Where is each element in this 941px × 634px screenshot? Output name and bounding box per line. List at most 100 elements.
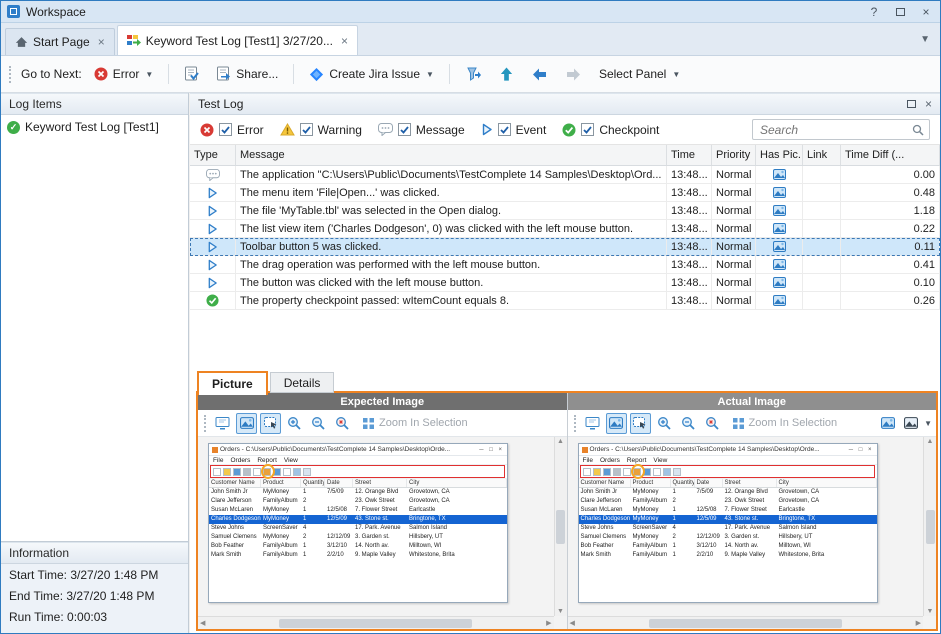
warning-checkbox[interactable]: [300, 123, 313, 136]
expected-image-view[interactable]: Orders - C:\Users\Public\Documents\TestC…: [198, 437, 567, 629]
log-row[interactable]: The menu item 'File|Open...' was clicked…: [190, 184, 940, 202]
log-link: [803, 184, 841, 201]
mini-toolbar-icon: [643, 468, 651, 476]
pan-tool-button[interactable]: [236, 413, 257, 434]
mini-toolbar-icon: [673, 468, 681, 476]
log-filter-toolbar: Error Warning Message: [190, 115, 940, 145]
picture-icon[interactable]: [773, 241, 786, 252]
close-button[interactable]: ×: [918, 5, 934, 19]
log-row[interactable]: The file 'MyTable.tbl' was selected in t…: [190, 202, 940, 220]
copy-image-button[interactable]: [582, 413, 603, 434]
panel-maximize-icon[interactable]: [907, 100, 916, 108]
select-tool-button[interactable]: [630, 413, 651, 434]
tab-details[interactable]: Details: [270, 372, 335, 393]
zoom-out-button[interactable]: [308, 413, 329, 434]
event-checkbox[interactable]: [498, 123, 511, 136]
pan-tool-button[interactable]: [606, 413, 627, 434]
picture-icon[interactable]: [773, 277, 786, 288]
zoom-in-selection-button[interactable]: Zoom In Selection: [356, 413, 474, 434]
column-header[interactable]: Time Diff (...: [841, 145, 940, 165]
picture-icon[interactable]: [773, 169, 786, 180]
column-header[interactable]: Type: [190, 145, 236, 165]
column-header[interactable]: Has Pic...: [756, 145, 803, 165]
upload-results-button[interactable]: [494, 63, 519, 86]
log-tree-item[interactable]: ✓ Keyword Test Log [Test1]: [1, 115, 188, 139]
column-header[interactable]: Link: [803, 145, 841, 165]
zoom-in-selection-button[interactable]: Zoom In Selection: [726, 413, 844, 434]
log-row[interactable]: The list view item ('Charles Dodgeson', …: [190, 220, 940, 238]
message-checkbox[interactable]: [398, 123, 411, 136]
mini-grid-row: Samuel ClemensMyMoney212/12/093. Garden …: [209, 533, 507, 542]
post-issue-button[interactable]: [460, 63, 487, 85]
log-time: 13:48...: [667, 256, 712, 273]
mini-grid: Customer NameProductQuantityDateStreetCi…: [579, 479, 877, 560]
vertical-scrollbar[interactable]: ▲▼: [923, 437, 936, 616]
column-header[interactable]: Message: [236, 145, 667, 165]
generate-report-button[interactable]: [179, 63, 204, 85]
tab-keyword-test-log[interactable]: Keyword Test Log [Test1] 3/27/20... ×: [117, 25, 358, 55]
filter-error[interactable]: Error: [200, 123, 264, 137]
mini-grid-row: Charles DodgesonMyMoney112/5/0943. Stone…: [209, 515, 507, 524]
picture-icon[interactable]: [773, 205, 786, 216]
filter-checkpoint[interactable]: Checkpoint: [562, 123, 659, 137]
mini-grid-row: Bob FeatherFamilyAlbum13/12/1014. North …: [579, 542, 877, 551]
checkpoint-checkbox[interactable]: [581, 123, 594, 136]
chevron-down-icon[interactable]: ▼: [924, 419, 932, 428]
tab-list-dropdown-icon[interactable]: ▼: [920, 34, 930, 45]
test-log-header: Test Log ×: [190, 93, 940, 115]
vertical-scrollbar[interactable]: ▲▼: [554, 437, 567, 616]
mini-window-title: Orders - C:\Users\Public\Documents\TestC…: [590, 446, 820, 453]
search-box[interactable]: [752, 119, 930, 140]
column-header[interactable]: Time: [667, 145, 712, 165]
tab-picture[interactable]: Picture: [197, 371, 268, 395]
panel-close-icon[interactable]: ×: [925, 97, 932, 111]
copy-image-button[interactable]: [212, 413, 233, 434]
view-expected-image-button[interactable]: [877, 413, 898, 434]
filter-event[interactable]: Event: [481, 123, 547, 137]
tab-start-page[interactable]: Start Page ×: [5, 28, 115, 55]
back-button[interactable]: [526, 64, 553, 85]
select-tool-button[interactable]: [260, 413, 281, 434]
help-button[interactable]: ?: [866, 5, 882, 19]
mini-grid-row: Mark SmithFamilyAlbum12/2/109. Maple Val…: [579, 551, 877, 560]
share-button[interactable]: Share...: [211, 63, 283, 85]
zoom-reset-button[interactable]: [332, 413, 353, 434]
filter-message[interactable]: Message: [378, 123, 465, 137]
log-row[interactable]: The drag operation was performed with th…: [190, 256, 940, 274]
zoom-reset-button[interactable]: [702, 413, 723, 434]
picture-icon[interactable]: [773, 187, 786, 198]
forward-button[interactable]: [560, 64, 587, 85]
filter-warning[interactable]: Warning: [280, 123, 362, 137]
picture-icon[interactable]: [773, 223, 786, 234]
mini-grid-row: Steve JohnsScreenSaver417. Park. AvenueS…: [209, 524, 507, 533]
error-checkbox[interactable]: [219, 123, 232, 136]
column-header[interactable]: Priority: [712, 145, 756, 165]
horizontal-scrollbar[interactable]: ◀▶: [568, 616, 924, 629]
maximize-button[interactable]: [892, 5, 908, 19]
search-icon: [912, 124, 924, 136]
horizontal-scrollbar[interactable]: ◀▶: [198, 616, 554, 629]
select-panel-button[interactable]: Select Panel ▼: [594, 64, 685, 84]
zoom-selection-grid-icon: [732, 417, 745, 430]
arrow-left-icon: [531, 67, 548, 82]
error-icon: [200, 123, 214, 137]
zoom-in-button[interactable]: [654, 413, 675, 434]
tab-close-icon[interactable]: ×: [341, 34, 348, 48]
zoom-in-button[interactable]: [284, 413, 305, 434]
tab-close-icon[interactable]: ×: [98, 35, 105, 49]
compare-images-button[interactable]: [900, 413, 921, 434]
log-has-picture: [756, 202, 803, 219]
search-input[interactable]: [758, 122, 912, 138]
log-row[interactable]: The property checkpoint passed: wItemCou…: [190, 292, 940, 310]
picture-icon[interactable]: [773, 295, 786, 306]
log-row[interactable]: Toolbar button 5 was clicked.13:48...Nor…: [190, 238, 940, 256]
picture-icon[interactable]: [773, 259, 786, 270]
mini-menu-item: Report: [257, 457, 277, 464]
log-row[interactable]: The application "C:\Users\Public\Documen…: [190, 166, 940, 184]
mini-toolbar: [209, 465, 507, 479]
actual-image-view[interactable]: Orders - C:\Users\Public\Documents\TestC…: [568, 437, 937, 629]
log-row[interactable]: The button was clicked with the left mou…: [190, 274, 940, 292]
go-to-next-error-button[interactable]: Error ▼: [89, 64, 159, 84]
zoom-out-button[interactable]: [678, 413, 699, 434]
create-jira-issue-button[interactable]: Create Jira Issue ▼: [304, 64, 439, 85]
